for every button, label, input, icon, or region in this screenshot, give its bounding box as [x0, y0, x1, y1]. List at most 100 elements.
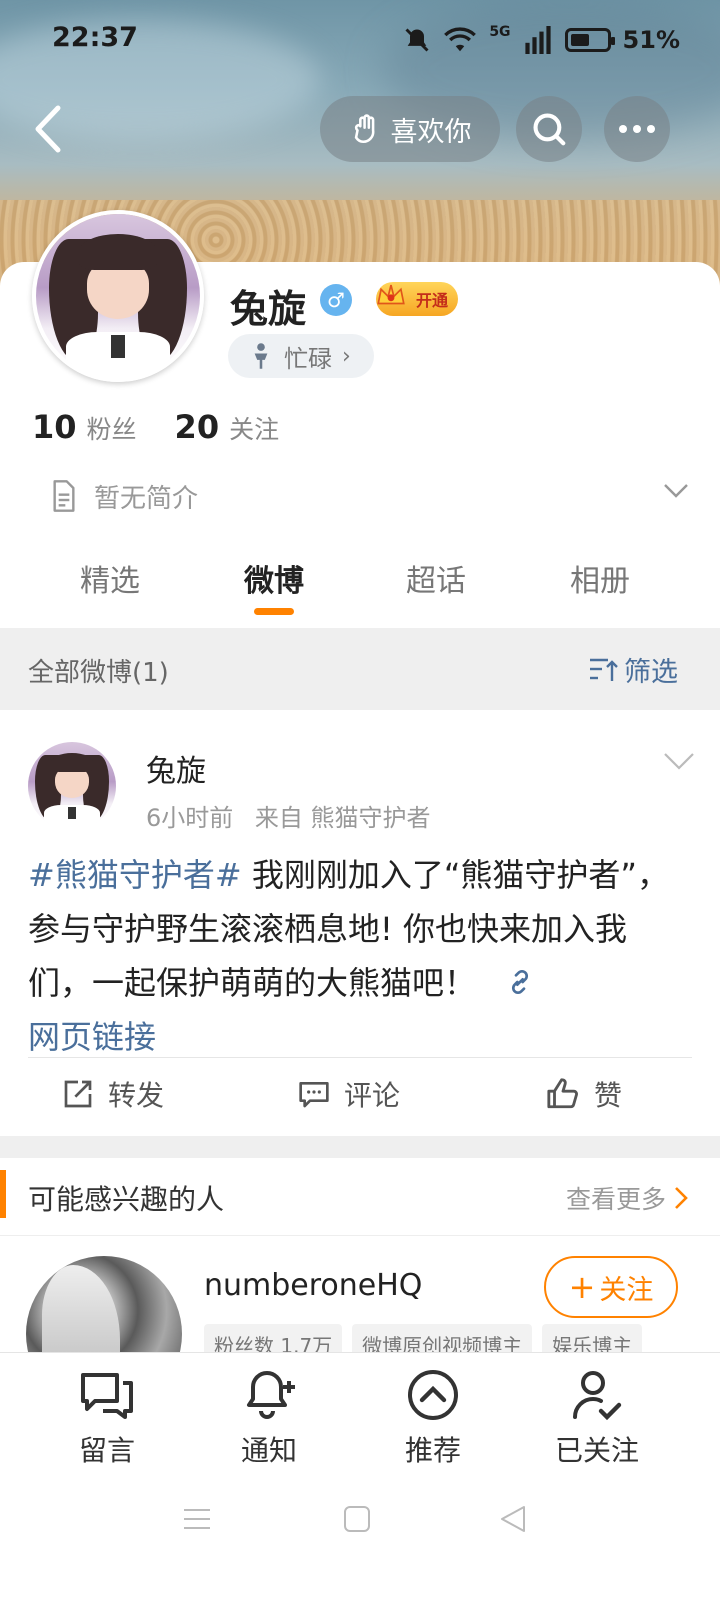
bottom-notify-button[interactable]: 通知: [214, 1367, 324, 1469]
repost-label: 转发: [108, 1079, 165, 1112]
bottom-message-button[interactable]: 留言: [52, 1367, 162, 1469]
wifi-icon: [444, 27, 477, 52]
like-button[interactable]: 赞: [546, 1074, 622, 1114]
link-icon: [512, 969, 529, 995]
like-you-button[interactable]: 喜欢你: [320, 96, 500, 162]
follow-button[interactable]: + 关注: [544, 1256, 678, 1318]
hand-wave-icon: [354, 114, 374, 144]
bottom-notify-label: 通知: [240, 1434, 297, 1467]
thumbs-up-icon: [547, 1078, 578, 1109]
menu-lines-icon[interactable]: [182, 1504, 212, 1534]
post-actions: 转发 评论 赞: [0, 1074, 720, 1124]
post-author-name[interactable]: 兔旋: [146, 746, 206, 790]
post-source: 来自 熊猫守护者: [254, 804, 431, 832]
filter-sort-icon: [590, 658, 618, 681]
repost-button[interactable]: 转发: [62, 1074, 164, 1114]
bottom-followed-button[interactable]: 已关注: [542, 1367, 652, 1469]
all-weibo-label: 全部微博(1): [28, 658, 169, 688]
profile-name: 兔旋: [230, 287, 307, 331]
vip-open-badge[interactable]: 开通: [376, 282, 458, 316]
suggested-user-name[interactable]: numberoneHQ: [204, 1268, 422, 1303]
suggest-title: 可能感兴趣的人: [28, 1183, 225, 1216]
battery-icon: [564, 28, 615, 52]
chevron-right-icon: ›: [342, 343, 351, 369]
suggest-header: 可能感兴趣的人 查看更多: [0, 1158, 720, 1236]
like-you-label: 喜欢你: [390, 116, 472, 148]
status-busy-label: 忙碌: [284, 344, 332, 373]
fans-count: 10: [32, 408, 77, 446]
post-author-avatar[interactable]: [28, 742, 116, 830]
fans-stat[interactable]: 10 粉丝: [32, 408, 137, 446]
following-stat[interactable]: 20 关注: [175, 408, 280, 446]
user-tag: 粉丝数 1.7万: [204, 1324, 343, 1354]
suggested-user-avatar[interactable]: [26, 1256, 182, 1354]
section-accent-bar: [0, 1170, 6, 1218]
profile-stats: 10 粉丝 20 关注: [32, 408, 279, 446]
back-arrow-icon[interactable]: [26, 104, 70, 154]
profile-tabs: 精选 微博 超话 相册: [0, 556, 720, 626]
post-hashtag[interactable]: #熊猫守护者#: [28, 856, 242, 894]
post-web-link[interactable]: 网页链接: [28, 1018, 156, 1056]
post-time: 6小时前: [146, 804, 234, 832]
status-busy-chip[interactable]: 忙碌 ›: [228, 334, 374, 378]
filter-button[interactable]: 筛选: [588, 650, 678, 689]
status-time: 22:37: [52, 22, 138, 53]
message-icon: [81, 1373, 133, 1419]
chevron-down-icon: [664, 484, 688, 498]
user-tag: 娱乐博主: [542, 1324, 643, 1354]
back-triangle-icon[interactable]: [498, 1504, 528, 1534]
bottom-message-label: 留言: [78, 1434, 135, 1467]
chevron-right-icon: [675, 1187, 688, 1209]
crown-icon: [377, 284, 405, 305]
like-label: 赞: [594, 1079, 623, 1112]
suggested-user[interactable]: numberoneHQ 粉丝数 1.7万 微博原创视频博主 娱乐博主 + 关注: [0, 1236, 720, 1354]
network-type: 5G: [489, 24, 511, 40]
see-more-label: 查看更多: [565, 1185, 666, 1214]
repost-icon: [64, 1080, 92, 1108]
post-divider: [28, 1057, 692, 1058]
bottom-action-bar: 留言 通知 推荐 已关注: [0, 1352, 720, 1476]
search-icon: [533, 113, 566, 146]
suggested-user-tags: 粉丝数 1.7万 微博原创视频博主 娱乐博主: [204, 1324, 643, 1354]
search-button[interactable]: [516, 96, 582, 162]
signal-icon: [524, 26, 551, 54]
see-more-link[interactable]: 查看更多: [566, 1180, 688, 1216]
battery-percent: 51%: [622, 26, 680, 54]
top-nav: 喜欢你: [0, 96, 720, 162]
document-icon: [53, 480, 75, 512]
following-label: 关注: [229, 415, 280, 444]
post-menu-chevron-icon[interactable]: [662, 750, 696, 772]
vip-label: 开通: [415, 291, 448, 310]
more-button[interactable]: [604, 96, 670, 162]
system-nav-bar: [0, 1476, 720, 1604]
user-check-icon: [573, 1371, 622, 1421]
section-gap: [0, 1136, 720, 1158]
more-dots-icon: [619, 125, 655, 133]
gender-male-icon: ♂: [320, 284, 352, 316]
mute-bell-icon: [405, 28, 429, 52]
user-tag: 微博原创视频博主: [352, 1324, 533, 1354]
tab-featured[interactable]: 精选: [50, 556, 170, 600]
chevron-up-circle-icon: [408, 1370, 458, 1420]
following-count: 20: [174, 408, 220, 446]
fans-label: 粉丝: [86, 415, 137, 444]
comment-label: 评论: [344, 1079, 401, 1112]
bottom-recommend-button[interactable]: 推荐: [378, 1367, 488, 1469]
comment-button[interactable]: 评论: [298, 1074, 400, 1114]
person-busy-icon: [254, 343, 268, 369]
bio-row[interactable]: 暂无简介: [50, 478, 690, 514]
bottom-followed-label: 已关注: [554, 1434, 639, 1467]
home-square-icon[interactable]: [342, 1504, 372, 1534]
plus-icon: +: [568, 1268, 596, 1306]
filter-bar: 全部微博(1) 筛选: [0, 628, 720, 710]
tab-weibo[interactable]: 微博: [214, 556, 334, 615]
filter-label: 筛选: [624, 657, 678, 688]
profile-avatar[interactable]: [32, 210, 204, 382]
bottom-recommend-label: 推荐: [404, 1434, 461, 1467]
tab-super-topic[interactable]: 超话: [376, 556, 496, 600]
tab-album[interactable]: 相册: [540, 556, 660, 600]
comment-icon: [299, 1082, 329, 1108]
follow-label: 关注: [599, 1274, 654, 1306]
bio-text: 暂无简介: [94, 483, 199, 514]
bell-plus-icon: [247, 1371, 295, 1419]
